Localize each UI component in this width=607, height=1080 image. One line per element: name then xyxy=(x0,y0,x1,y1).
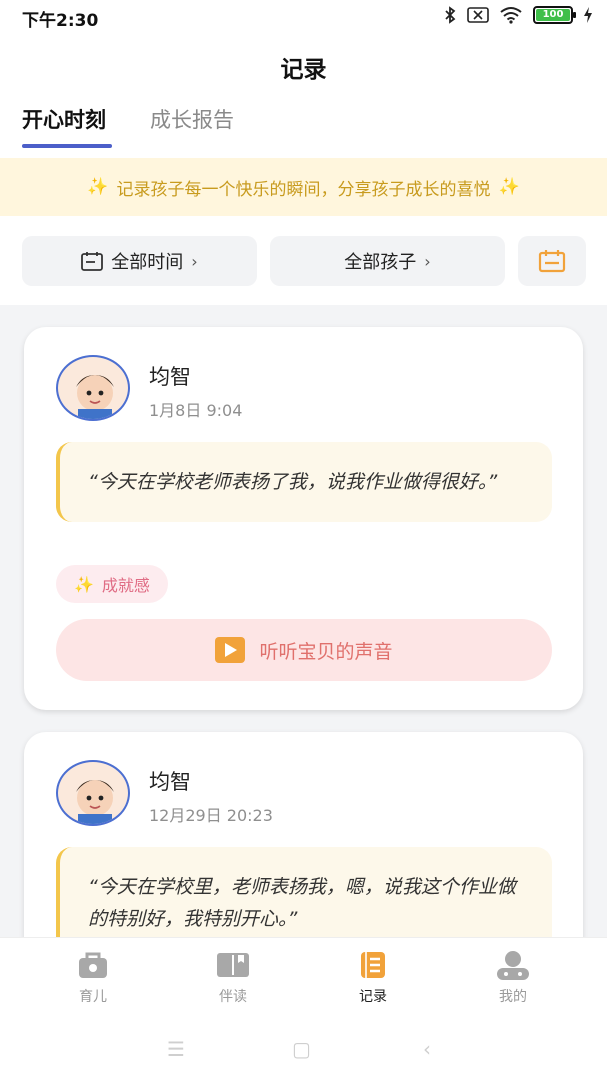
record-card[interactable]: 均智 1月8日 9:04 “今天在学校老师表扬了我，说我作业做得很好。” ✨ 成… xyxy=(24,327,583,710)
kids-filter-button[interactable]: 全部孩子 › xyxy=(270,236,505,286)
chevron-right-icon: › xyxy=(191,251,198,271)
charging-icon xyxy=(584,7,592,23)
nav-parenting[interactable]: 育儿 xyxy=(53,950,133,1006)
wifi-icon xyxy=(500,7,522,24)
listen-voice-label: 听听宝贝的声音 xyxy=(259,640,393,663)
emotion-tag: ✨ 成就感 xyxy=(56,565,168,603)
sim-off-icon xyxy=(467,7,489,23)
book-icon xyxy=(216,950,250,980)
record-feed[interactable]: 均智 1月8日 9:04 “今天在学校老师表扬了我，说我作业做得很好。” ✨ 成… xyxy=(0,305,607,937)
tab-happy-moments[interactable]: 开心时刻 xyxy=(22,104,112,148)
notes-icon xyxy=(356,950,390,980)
filter-row: 全部时间 › 全部孩子 › xyxy=(22,236,586,286)
battery-level: 100 xyxy=(536,9,570,21)
status-bar: 下午2:30 100 xyxy=(0,0,607,34)
avatar[interactable] xyxy=(56,760,130,826)
nav-profile-label: 我的 xyxy=(499,989,527,1005)
listen-voice-button[interactable]: 听听宝贝的声音 xyxy=(56,619,552,681)
emotion-tag-label: 成就感 xyxy=(101,576,150,595)
user-icon xyxy=(496,950,530,980)
bag-icon xyxy=(76,950,110,980)
kids-filter-label: 全部孩子 xyxy=(344,252,417,273)
avatar[interactable] xyxy=(56,355,130,421)
record-date: 12月29日 20:23 xyxy=(149,806,273,825)
calendar-icon xyxy=(538,250,566,273)
top-section: 下午2:30 100 记录 开心时刻 成长报告 ✨ 记录孩子每一个快乐的瞬间，分… xyxy=(0,0,607,305)
chevron-right-icon: › xyxy=(424,251,431,271)
menu-icon[interactable]: ☰ xyxy=(167,1037,185,1061)
system-nav: ☰ ▢ ‹ xyxy=(0,1031,607,1071)
home-icon[interactable]: ▢ xyxy=(292,1037,311,1061)
sparkle-icon: ✨ xyxy=(498,177,520,197)
bluetooth-icon xyxy=(445,6,456,24)
bottom-nav: 育儿 伴读 记录 我的 ☰ ▢ ‹ xyxy=(0,937,607,1080)
status-time: 下午2:30 xyxy=(22,11,99,31)
calendar-icon xyxy=(81,252,104,271)
nav-reading-label: 伴读 xyxy=(219,989,247,1005)
record-card[interactable]: 均智 12月29日 20:23 “今天在学校里，老师表扬我，嗯，说我这个作业做的… xyxy=(24,732,583,937)
child-name: 均智 xyxy=(149,365,191,389)
battery-icon: 100 xyxy=(533,6,576,24)
record-date: 1月8日 9:04 xyxy=(149,401,243,420)
page-title: 记录 xyxy=(280,57,327,83)
play-icon xyxy=(215,637,246,663)
calendar-button[interactable] xyxy=(518,236,586,286)
nav-records-label: 记录 xyxy=(359,989,387,1005)
time-filter-button[interactable]: 全部时间 › xyxy=(22,236,257,286)
nav-records[interactable]: 记录 xyxy=(333,950,413,1006)
tab-growth-report[interactable]: 成长报告 xyxy=(150,104,234,148)
nav-reading[interactable]: 伴读 xyxy=(193,950,273,1006)
sparkle-icon: ✨ xyxy=(87,177,109,197)
record-quote: “今天在学校老师表扬了我，说我作业做得很好。” xyxy=(56,442,552,522)
banner-text: 记录孩子每一个快乐的瞬间，分享孩子成长的喜悦 xyxy=(116,179,491,200)
sparkle-icon: ✨ xyxy=(74,574,94,594)
child-name: 均智 xyxy=(149,770,191,794)
tab-bar: 开心时刻 成长报告 xyxy=(22,104,278,148)
back-icon[interactable]: ‹ xyxy=(423,1037,431,1061)
time-filter-label: 全部时间 xyxy=(111,252,184,273)
info-banner: ✨ 记录孩子每一个快乐的瞬间，分享孩子成长的喜悦 ✨ xyxy=(0,158,607,216)
record-quote: “今天在学校里，老师表扬我，嗯，说我这个作业做的特别好，我特别开心。” xyxy=(56,847,552,937)
nav-profile[interactable]: 我的 xyxy=(473,950,553,1006)
nav-parenting-label: 育儿 xyxy=(79,989,107,1005)
status-icons: 100 xyxy=(443,6,593,24)
